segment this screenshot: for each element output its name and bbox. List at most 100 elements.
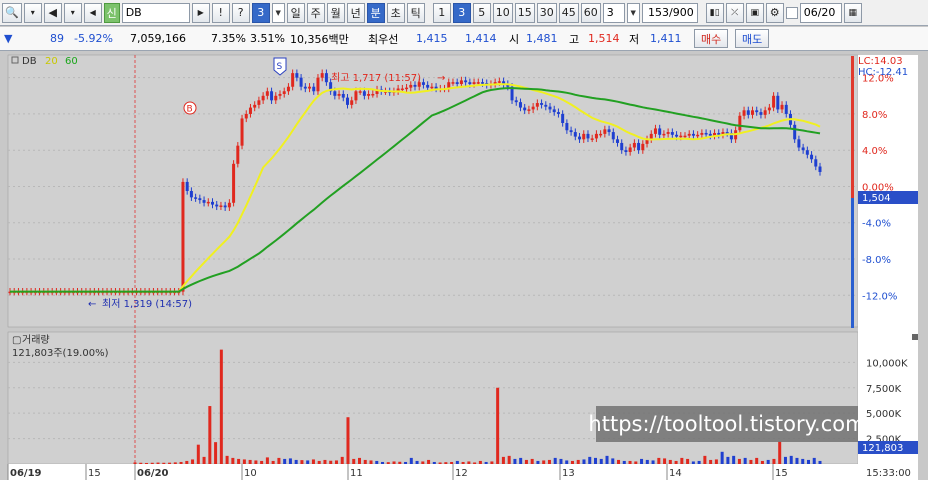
candle-body (565, 123, 569, 131)
interval-5[interactable]: 5 (472, 2, 491, 23)
interval-3[interactable]: 3 (452, 2, 471, 23)
candle-body (632, 142, 636, 148)
candle-body (704, 132, 708, 135)
custom-interval-dropdown[interactable]: ▼ (626, 2, 640, 23)
candle-body (455, 82, 459, 85)
save-icon[interactable]: ▣ (745, 2, 764, 23)
period-tab-tick[interactable]: 틱 (406, 2, 425, 23)
candle-body (185, 181, 189, 191)
help-button[interactable]: ? (231, 2, 250, 23)
sound-icon[interactable]: ◀ (43, 2, 62, 23)
volume-bar (427, 459, 431, 464)
candle-body (814, 159, 818, 167)
sell-button[interactable]: 매도 (735, 29, 770, 48)
period-tab-year[interactable]: 년 (346, 2, 365, 23)
chart-compare-icon[interactable]: ⤫ (725, 2, 744, 23)
volume-legend-checkbox[interactable]: ▢ (12, 335, 21, 346)
chart-area[interactable]: DB 20 60 최고 1,717 (11:57) → ← 최저 1,319 (… (0, 52, 928, 480)
volume-bar (277, 457, 281, 464)
volume-bar (363, 459, 367, 464)
candle-body (611, 132, 615, 140)
volume-bar (438, 462, 442, 464)
current-price-label: 1,504 (862, 193, 891, 204)
candle-body (308, 86, 312, 89)
hc-label: HC:-12.41 (858, 67, 908, 78)
custom-interval-input[interactable]: 3 (602, 2, 625, 23)
volume-bar (288, 458, 292, 464)
down-arrow-icon: ▼ (4, 32, 13, 45)
candle-body (544, 104, 548, 107)
symbol-search-icon[interactable]: 🔍 (2, 2, 22, 23)
candle-body (481, 82, 484, 84)
volume-bar (743, 457, 747, 464)
volume-bar (714, 459, 718, 464)
period-tab-second[interactable]: 초 (386, 2, 405, 23)
candle-body (738, 115, 742, 131)
candle-body (658, 128, 662, 135)
volume-bar (709, 459, 713, 464)
period-tab-day[interactable]: 일 (286, 2, 305, 23)
candle-body (708, 133, 712, 136)
candle-body (628, 147, 632, 153)
interval-1[interactable]: 1 (432, 2, 451, 23)
volume-bar (605, 455, 609, 464)
volume-bar (329, 460, 333, 464)
symbol-input[interactable]: DB (121, 2, 190, 23)
sound-dropdown-button[interactable]: ▾ (63, 2, 82, 23)
prev-symbol-button[interactable]: ◀ (83, 2, 102, 23)
volume-bar (778, 441, 782, 464)
volume-bar (461, 461, 465, 464)
price-axis-label: -12.0% (862, 291, 897, 302)
interval-30[interactable]: 30 (536, 2, 557, 23)
volume-bar (450, 461, 454, 464)
quote-info-bar: ▼ 89 -5.92% 7,059,166 7.35% 3.51% 10,356… (0, 27, 928, 51)
buy-button[interactable]: 매수 (694, 29, 729, 48)
watermark-url: https://tooltool.tistory.com (588, 406, 866, 442)
volume-bar (818, 460, 822, 464)
next-symbol-button[interactable]: ▶ (191, 2, 210, 23)
candle-body (337, 93, 341, 96)
high-price: 1,514 (588, 32, 620, 45)
candle-body (464, 80, 468, 83)
best-quote-label: 최우선 (368, 32, 399, 46)
candle-body (299, 77, 303, 87)
period-tab-month[interactable]: 월 (326, 2, 345, 23)
date-checkbox[interactable] (785, 6, 798, 19)
volume-bar (611, 458, 615, 464)
volume-bar (191, 459, 195, 464)
date-input[interactable]: 06/20 (799, 2, 842, 23)
period-tab-minute[interactable]: 분 (366, 2, 385, 23)
period-dropdown[interactable]: ▼ (271, 2, 285, 23)
candle-type-icon[interactable]: ▮▯ (705, 2, 724, 23)
volume-bar (168, 462, 172, 464)
volume-panel-close-icon[interactable] (912, 334, 918, 340)
candle-body (805, 150, 809, 155)
candle-body (253, 104, 257, 108)
legend-ma60: 60 (65, 56, 78, 67)
symbol-dropdown-button[interactable]: ▾ (23, 2, 42, 23)
calendar-icon[interactable]: ▦ (843, 2, 862, 23)
interval-60[interactable]: 60 (580, 2, 601, 23)
x-axis-label: 06/19 (10, 468, 42, 479)
period-count-button[interactable]: 3 (251, 2, 270, 23)
volume-bar (703, 455, 707, 464)
volume-bar (749, 459, 753, 464)
candle-body (683, 135, 687, 138)
interval-45[interactable]: 45 (558, 2, 579, 23)
period-tab-week[interactable]: 주 (306, 2, 325, 23)
volume-bar (680, 457, 684, 464)
candle-body (603, 129, 607, 134)
market-badge[interactable]: 신 (103, 2, 120, 23)
candle-body (270, 91, 274, 101)
bar-count-input[interactable]: 153/900 (641, 2, 698, 23)
alert-button[interactable]: ! (211, 2, 230, 23)
settings-gear-icon[interactable]: ⚙ (765, 2, 784, 23)
volume-bar (501, 456, 505, 464)
x-axis-label: 13 (562, 468, 575, 479)
interval-10[interactable]: 10 (492, 2, 513, 23)
interval-15[interactable]: 15 (514, 2, 535, 23)
volume-bar (766, 459, 770, 464)
candle-body (405, 87, 409, 90)
volume-bar (444, 462, 448, 464)
candle-body (265, 91, 269, 96)
